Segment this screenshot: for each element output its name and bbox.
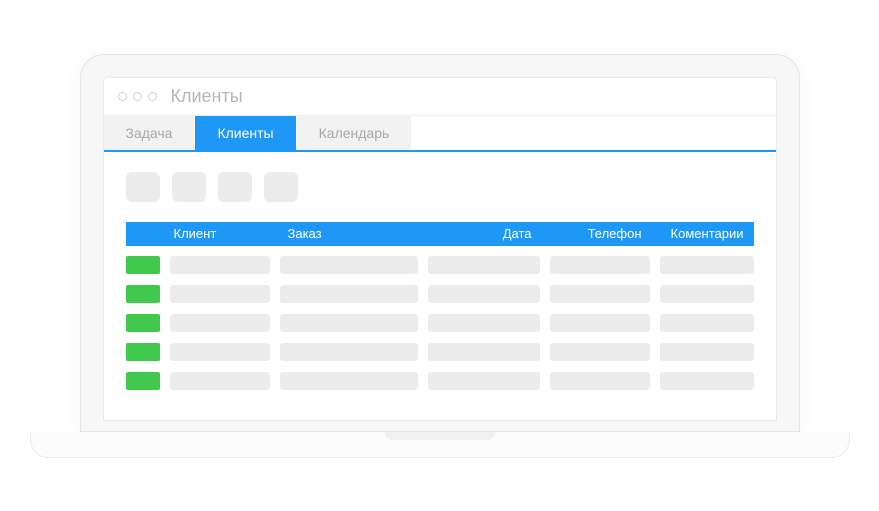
cell-phone — [550, 314, 650, 332]
laptop-base — [30, 432, 850, 458]
cell-client — [170, 343, 270, 361]
window-title: Клиенты — [171, 86, 243, 107]
cell-comment — [660, 285, 754, 303]
cell-client — [170, 256, 270, 274]
table-row[interactable] — [126, 256, 754, 274]
laptop-screen-frame: Клиенты Задача Клиенты Календарь Клие — [80, 54, 800, 432]
cell-comment — [660, 314, 754, 332]
cell-order — [280, 256, 418, 274]
toolbar-button-1[interactable] — [126, 172, 160, 202]
col-phone: Телефон — [550, 226, 660, 241]
table-body — [126, 256, 754, 390]
toolbar-button-3[interactable] — [218, 172, 252, 202]
cell-phone — [550, 343, 650, 361]
cell-client — [170, 314, 270, 332]
toolbar-button-2[interactable] — [172, 172, 206, 202]
cell-phone — [550, 285, 650, 303]
tab-clients[interactable]: Клиенты — [195, 116, 295, 150]
status-badge — [126, 314, 160, 332]
window-traffic-lights — [118, 92, 157, 101]
cell-order — [280, 285, 418, 303]
clients-table: Клиент Заказ Дата Телефон Коментарии — [126, 222, 754, 390]
cell-comment — [660, 372, 754, 390]
cell-phone — [550, 256, 650, 274]
status-badge — [126, 372, 160, 390]
cell-date — [428, 256, 540, 274]
status-badge — [126, 256, 160, 274]
col-comment: Коментарии — [660, 226, 754, 241]
table-header: Клиент Заказ Дата Телефон Коментарии — [126, 222, 754, 246]
tab-bar: Задача Клиенты Календарь — [104, 116, 776, 152]
content-area: Клиент Заказ Дата Телефон Коментарии — [104, 152, 776, 420]
window-close-icon[interactable] — [118, 92, 127, 101]
tab-calendar[interactable]: Календарь — [297, 116, 412, 150]
cell-order — [280, 314, 418, 332]
cell-date — [428, 372, 540, 390]
cell-phone — [550, 372, 650, 390]
cell-client — [170, 372, 270, 390]
laptop-mockup: Клиенты Задача Клиенты Календарь Клие — [30, 54, 850, 458]
table-row[interactable] — [126, 285, 754, 303]
window-minimize-icon[interactable] — [133, 92, 142, 101]
cell-comment — [660, 256, 754, 274]
table-row[interactable] — [126, 314, 754, 332]
window-zoom-icon[interactable] — [148, 92, 157, 101]
col-order: Заказ — [282, 226, 430, 241]
cell-order — [280, 372, 418, 390]
cell-date — [428, 285, 540, 303]
table-row[interactable] — [126, 372, 754, 390]
toolbar-button-4[interactable] — [264, 172, 298, 202]
cell-order — [280, 343, 418, 361]
toolbar — [126, 172, 754, 202]
table-row[interactable] — [126, 343, 754, 361]
col-client: Клиент — [168, 226, 282, 241]
app-window: Клиенты Задача Клиенты Календарь Клие — [103, 77, 777, 421]
cell-comment — [660, 343, 754, 361]
cell-date — [428, 314, 540, 332]
col-date: Дата — [430, 226, 550, 241]
tab-tasks[interactable]: Задача — [104, 116, 195, 150]
status-badge — [126, 343, 160, 361]
cell-client — [170, 285, 270, 303]
status-badge — [126, 285, 160, 303]
cell-date — [428, 343, 540, 361]
window-titlebar: Клиенты — [104, 78, 776, 116]
